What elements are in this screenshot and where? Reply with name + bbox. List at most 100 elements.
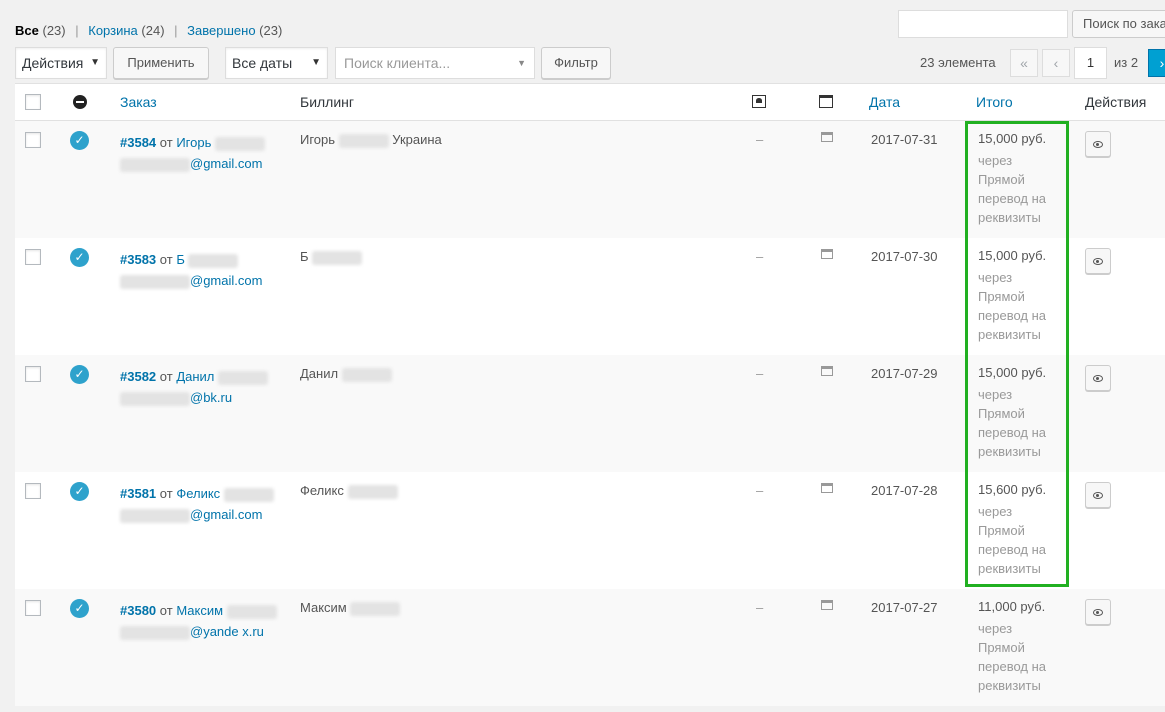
view-all-count: (23) bbox=[42, 23, 66, 38]
billing-name: Максим bbox=[300, 600, 347, 615]
redacted-text bbox=[218, 370, 268, 385]
customer-email-link[interactable]: @gmail.com bbox=[190, 156, 262, 171]
shipping-cell: – bbox=[756, 483, 764, 498]
payment-method: через Прямой перевод на реквизиты bbox=[978, 270, 1047, 342]
status-completed-icon: ✓ bbox=[70, 248, 89, 267]
table-row[interactable]: ✓ #3584 от Игорь @gmail.com Игорь Украин… bbox=[15, 121, 1165, 238]
column-billing: Биллинг bbox=[300, 94, 355, 110]
column-total[interactable]: Итого bbox=[976, 94, 1013, 110]
note-icon bbox=[821, 132, 833, 142]
table-row[interactable]: ✓ #3581 от Феликс @gmail.com Феликс – 20… bbox=[15, 472, 1165, 589]
billing-name: Феликс bbox=[300, 483, 344, 498]
order-cell: #3583 от Б @gmail.com bbox=[120, 249, 280, 291]
order-date: 2017-07-31 bbox=[871, 132, 938, 147]
order-from-text: от bbox=[159, 252, 173, 267]
order-number-link[interactable]: #3584 bbox=[120, 135, 156, 150]
redacted-text bbox=[214, 136, 265, 151]
view-all[interactable]: Все bbox=[15, 23, 39, 38]
table-header: Заказ Биллинг Дата Итого Действия bbox=[15, 84, 1165, 121]
customer-email-link[interactable]: @gmail.com bbox=[190, 273, 262, 288]
prev-page-button[interactable]: ‹ bbox=[1042, 49, 1070, 77]
order-cell: #3580 от Максим @yande x.ru bbox=[120, 600, 280, 642]
eye-icon bbox=[1093, 141, 1103, 148]
row-checkbox[interactable] bbox=[25, 249, 41, 265]
orders-table: Заказ Биллинг Дата Итого Действия ✓ #358… bbox=[15, 83, 1165, 706]
separator: | bbox=[174, 23, 178, 38]
note-icon bbox=[821, 366, 833, 376]
view-cart-count: (24) bbox=[141, 23, 165, 38]
billing-cell: Игорь Украина bbox=[300, 132, 442, 148]
view-order-button[interactable] bbox=[1085, 248, 1111, 274]
bulk-actions-select[interactable]: Действия ▼ bbox=[15, 47, 107, 79]
customer-name-link[interactable]: Феликс bbox=[176, 486, 220, 501]
dropdown-arrow-icon: ▼ bbox=[311, 57, 321, 68]
customer-search-combobox[interactable]: Поиск клиента... ▼ bbox=[335, 47, 535, 79]
row-checkbox[interactable] bbox=[25, 600, 41, 616]
order-amount: 15,000 руб. bbox=[978, 131, 1047, 146]
order-search-input[interactable] bbox=[898, 10, 1068, 38]
order-amount: 15,600 руб. bbox=[978, 482, 1047, 497]
order-total-cell: 15,000 руб. через Прямой перевод на рекв… bbox=[978, 246, 1058, 344]
row-checkbox[interactable] bbox=[25, 483, 41, 499]
notes-column-icon bbox=[819, 95, 833, 108]
billing-name: Игорь bbox=[300, 132, 336, 147]
order-total-cell: 15,600 руб. через Прямой перевод на рекв… bbox=[978, 480, 1058, 578]
billing-cell: Максим bbox=[300, 600, 401, 616]
order-number-link[interactable]: #3583 bbox=[120, 252, 156, 267]
payment-method: через Прямой перевод на реквизиты bbox=[978, 621, 1047, 693]
customer-email-link[interactable]: @gmail.com bbox=[190, 507, 262, 522]
current-page-input[interactable]: 1 bbox=[1074, 47, 1107, 79]
customer-email-link[interactable]: @bk.ru bbox=[190, 390, 232, 405]
order-amount: 15,000 руб. bbox=[978, 365, 1047, 380]
row-checkbox[interactable] bbox=[25, 132, 41, 148]
order-total-cell: 15,000 руб. через Прямой перевод на рекв… bbox=[978, 363, 1058, 461]
column-date[interactable]: Дата bbox=[869, 94, 900, 110]
first-page-button[interactable]: « bbox=[1010, 49, 1038, 77]
order-number-link[interactable]: #3582 bbox=[120, 369, 156, 384]
order-cell: #3584 от Игорь @gmail.com bbox=[120, 132, 280, 174]
redacted-text bbox=[223, 487, 274, 502]
customer-email-link[interactable]: @yande x.ru bbox=[190, 624, 264, 639]
order-search-button[interactable]: Поиск по заказам bbox=[1072, 10, 1165, 38]
items-count: 23 элемента bbox=[920, 55, 996, 70]
redacted-text bbox=[350, 601, 401, 616]
redacted-text bbox=[312, 250, 363, 265]
redacted-text bbox=[120, 157, 190, 172]
dropdown-arrow-icon: ▼ bbox=[90, 57, 100, 68]
column-order[interactable]: Заказ bbox=[120, 94, 157, 110]
customer-name-link[interactable]: Игорь bbox=[176, 135, 211, 150]
order-from-text: от bbox=[159, 486, 173, 501]
table-row[interactable]: ✓ #3582 от Данил @bk.ru Данил – 2017-07-… bbox=[15, 355, 1165, 472]
customer-name-link[interactable]: Максим bbox=[176, 603, 223, 618]
customer-name-link[interactable]: Б bbox=[176, 252, 185, 267]
note-icon bbox=[821, 600, 833, 610]
payment-method: через Прямой перевод на реквизиты bbox=[978, 387, 1047, 459]
order-number-link[interactable]: #3580 bbox=[120, 603, 156, 618]
note-icon bbox=[821, 483, 833, 493]
table-row[interactable]: ✓ #3580 от Максим @yande x.ru Максим – 2… bbox=[15, 589, 1165, 706]
view-cart[interactable]: Корзина bbox=[88, 23, 138, 38]
table-row[interactable]: ✓ #3583 от Б @gmail.com Б – 2017-07-30 1… bbox=[15, 238, 1165, 355]
order-total-cell: 11,000 руб. через Прямой перевод на рекв… bbox=[978, 597, 1058, 695]
customer-name-link[interactable]: Данил bbox=[176, 369, 214, 384]
next-page-button[interactable]: › bbox=[1148, 49, 1165, 77]
view-order-button[interactable] bbox=[1085, 482, 1111, 508]
apply-button[interactable]: Применить bbox=[113, 47, 209, 79]
view-order-button[interactable] bbox=[1085, 365, 1111, 391]
billing-country: Украина bbox=[392, 132, 442, 147]
row-checkbox[interactable] bbox=[25, 366, 41, 382]
customer-search-placeholder: Поиск клиента... bbox=[344, 55, 451, 71]
dates-select[interactable]: Все даты ▼ bbox=[225, 47, 328, 79]
select-all-checkbox[interactable] bbox=[25, 94, 41, 110]
order-number-link[interactable]: #3581 bbox=[120, 486, 156, 501]
view-order-button[interactable] bbox=[1085, 599, 1111, 625]
filter-button[interactable]: Фильтр bbox=[541, 47, 611, 79]
redacted-text bbox=[341, 367, 392, 382]
bulk-actions-value: Действия bbox=[22, 55, 84, 71]
redacted-text bbox=[120, 274, 190, 289]
dates-value: Все даты bbox=[232, 55, 293, 71]
order-cell: #3582 от Данил @bk.ru bbox=[120, 366, 280, 408]
view-order-button[interactable] bbox=[1085, 131, 1111, 157]
view-completed[interactable]: Завершено bbox=[187, 23, 255, 38]
status-column-icon bbox=[73, 95, 87, 109]
